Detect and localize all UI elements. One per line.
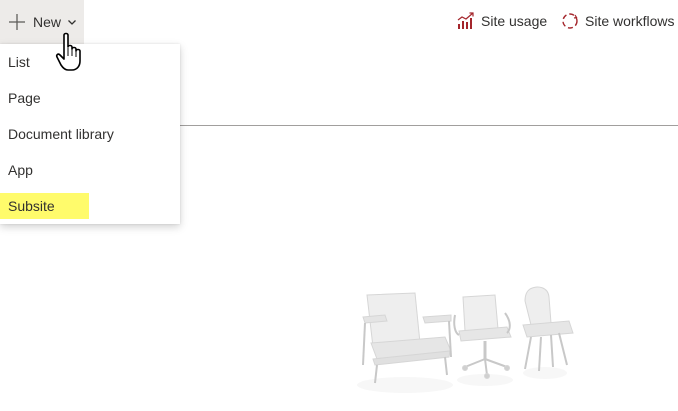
bar-chart-icon [457,12,474,29]
site-usage-button[interactable]: Site usage [457,12,547,30]
furniture-illustration [357,286,574,393]
menu-item-app[interactable]: App [0,157,41,183]
site-workflows-button[interactable]: Site workflows [561,12,674,30]
chevron-down-icon [68,20,76,25]
menu-item-page[interactable]: Page [0,85,49,111]
menu-item-list[interactable]: List [0,49,38,75]
hand-pointer-icon [55,32,81,71]
content-divider [180,125,678,126]
menu-item-subsite[interactable]: Subsite [0,193,89,219]
office-chair-illustration [453,294,512,379]
site-usage-label: Site usage [481,13,548,29]
site-workflows-label: Site workflows [585,13,675,29]
side-chair-illustration [522,286,574,372]
new-dropdown-menu: List Page Document library App Subsite [0,44,180,224]
armchair-illustration [362,292,452,384]
workflow-cycle-icon [562,13,578,29]
new-button-label: New [33,14,62,30]
menu-item-document-library[interactable]: Document library [0,121,122,147]
plus-icon [9,14,25,30]
